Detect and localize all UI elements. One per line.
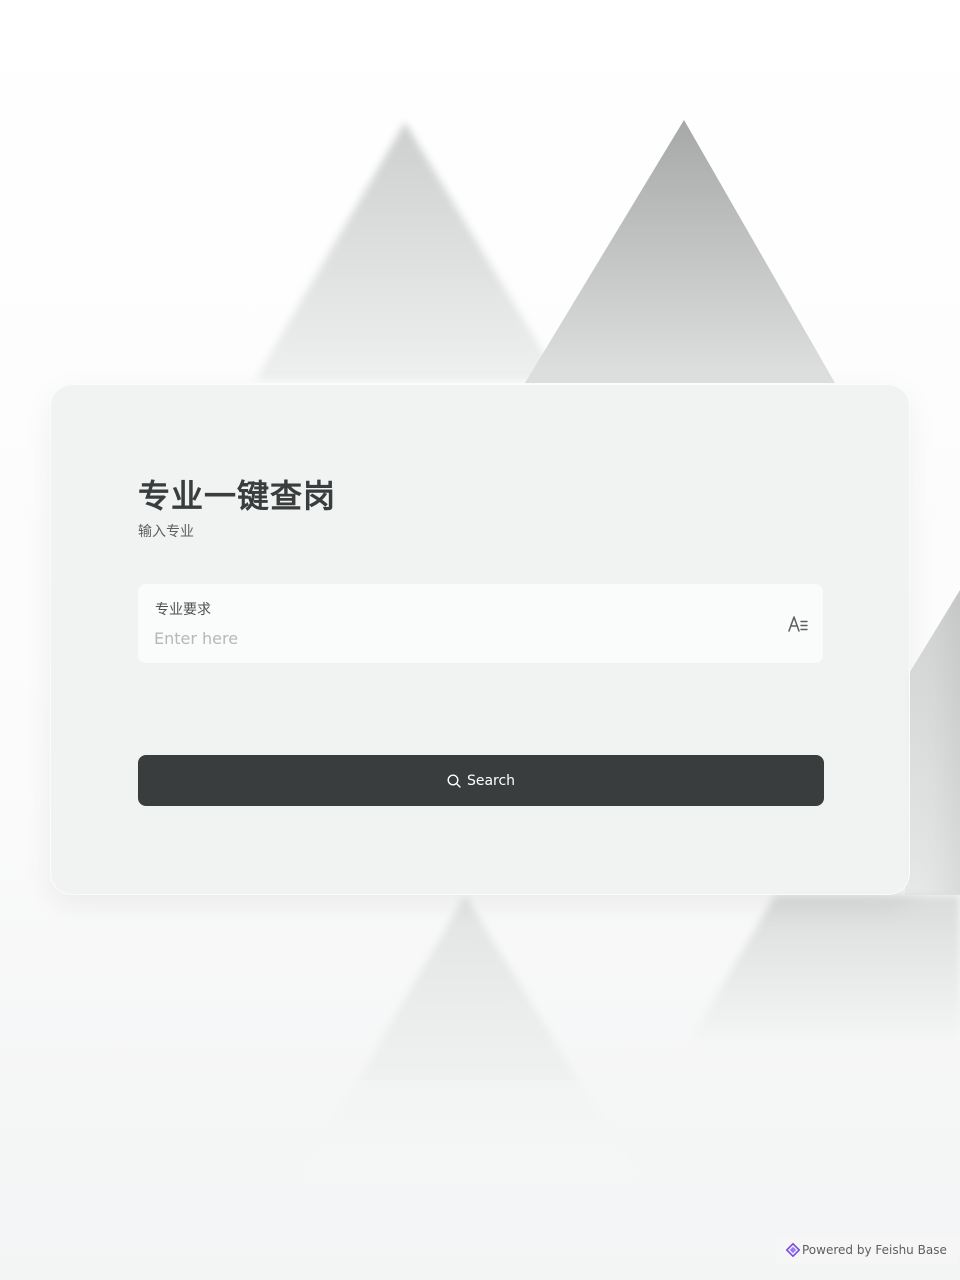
search-button-label: Search [466,772,516,789]
major-requirement-input[interactable] [154,626,754,650]
major-requirement-field[interactable]: 专业要求 [138,584,823,663]
form-subtitle: 输入专业 [138,524,194,540]
form-title: 专业一键查岗 [138,477,337,515]
text-type-icon [788,616,808,632]
feishu-base-logo-icon [786,1243,800,1257]
search-form-card: 专业一键查岗 输入专业 专业要求 Search [50,383,910,895]
search-button[interactable]: Search [138,755,824,806]
major-requirement-label: 专业要求 [155,602,211,618]
powered-by-text: Powered by Feishu Base [802,1243,947,1257]
powered-by-badge[interactable]: Powered by Feishu Base [776,1236,959,1264]
search-icon [447,773,461,788]
page-background: 专业一键查岗 输入专业 专业要求 Search Powered by Feish… [0,0,960,1280]
